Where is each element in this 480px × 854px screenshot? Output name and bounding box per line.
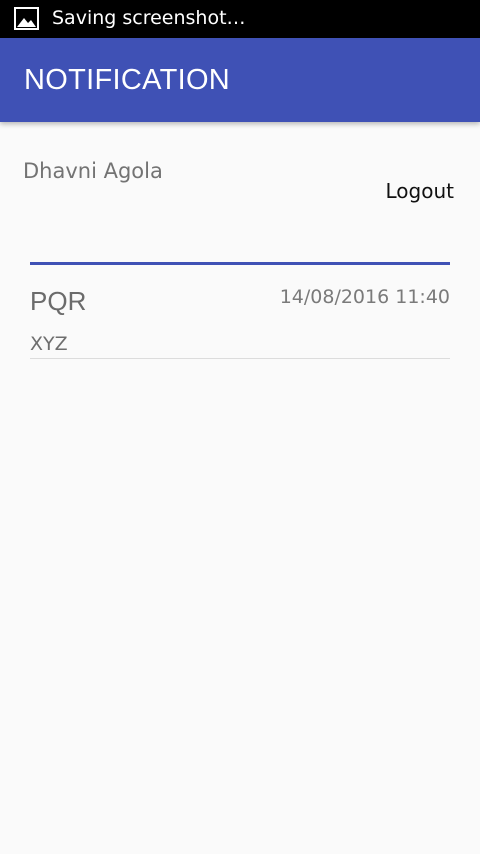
notification-date: 14/08/2016 11:40: [279, 286, 450, 308]
image-icon: [14, 7, 39, 30]
notification-accent-line: [30, 262, 450, 265]
page-title: NOTIFICATION: [24, 64, 231, 96]
status-bar: Saving screenshot…: [0, 0, 480, 38]
divider: [30, 358, 450, 359]
notification-message: XYZ: [30, 333, 68, 355]
user-name: Dhavni Agola: [23, 159, 163, 183]
status-text: Saving screenshot…: [52, 7, 246, 29]
notification-item[interactable]: PQR 14/08/2016 11:40 XYZ: [30, 262, 450, 359]
notification-title: PQR: [30, 286, 87, 316]
app-bar: NOTIFICATION: [0, 38, 480, 122]
logout-button[interactable]: Logout: [386, 178, 454, 204]
